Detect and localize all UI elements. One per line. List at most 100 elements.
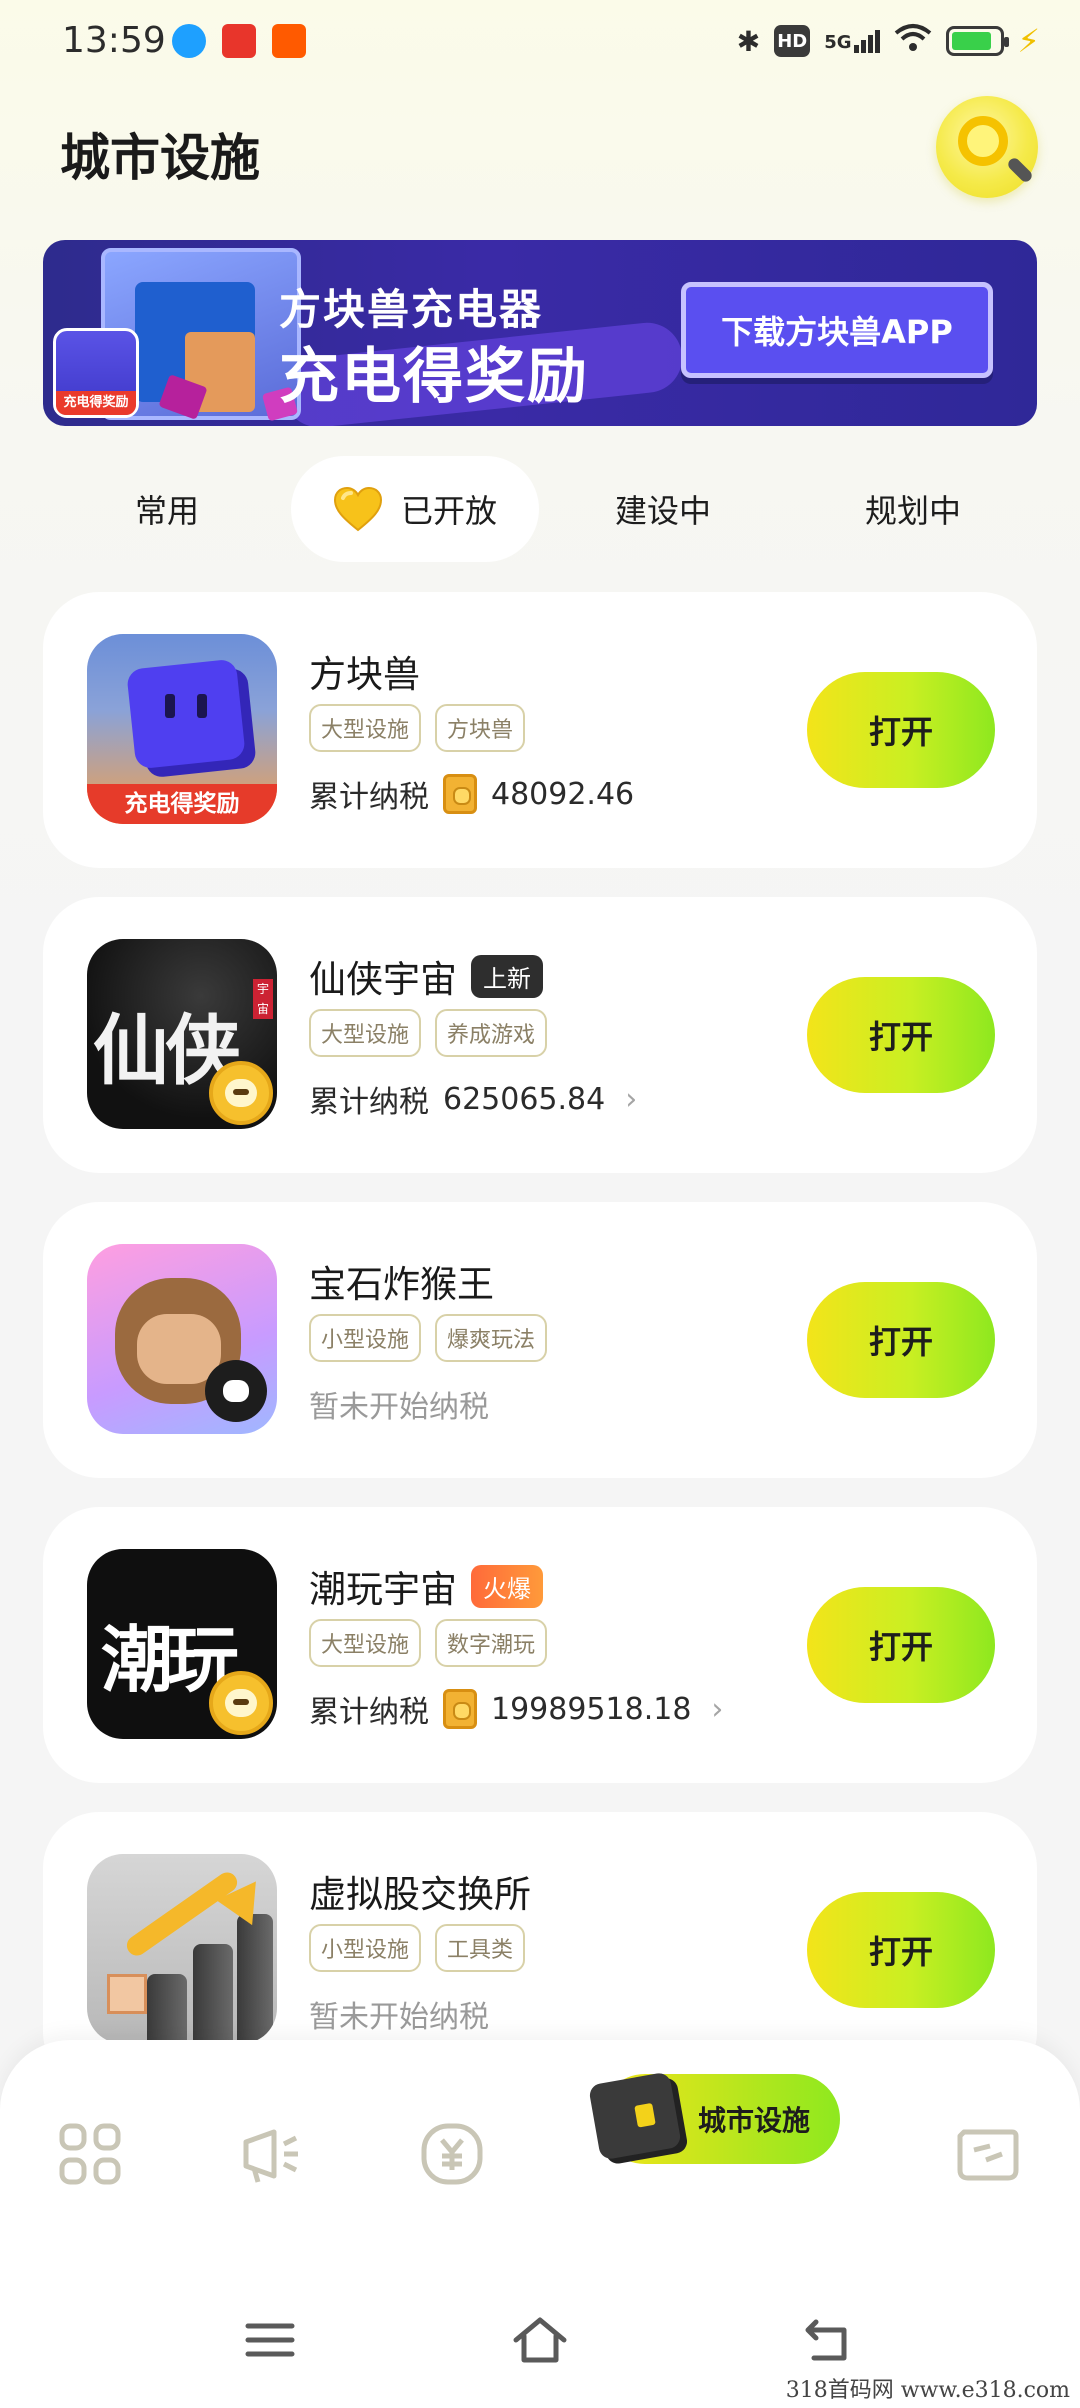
charging-icon: ⚡: [1017, 22, 1040, 60]
app-name-text: 方块兽: [309, 653, 420, 696]
fangkuaishou-app-icon: 充电得奖励: [87, 634, 277, 824]
tab-label: 规划中: [864, 492, 961, 530]
tax-label: 累计纳税: [309, 780, 429, 815]
app-card-fangkuaishou[interactable]: 充电得奖励 方块兽 大型设施 方块兽 累计纳税 48092.46 打开: [43, 592, 1037, 868]
search-button[interactable]: [936, 96, 1038, 198]
yuan-icon[interactable]: [420, 2122, 484, 2186]
home-icon[interactable]: [510, 2314, 570, 2366]
app-name-text: 仙侠宇宙: [309, 958, 457, 1001]
app-name-text: 虚拟股交换所: [309, 1873, 531, 1916]
chaowan-app-icon: 潮玩: [87, 1549, 277, 1739]
app-card-baoshi[interactable]: 宝石炸猴王 小型设施 爆爽玩法 暂未开始纳税 打开: [43, 1202, 1037, 1478]
nav-city-facilities[interactable]: 城市设施: [588, 2071, 840, 2164]
city-cube-icon: [588, 2071, 682, 2161]
back-icon[interactable]: [798, 2314, 858, 2366]
qq-icon: [172, 24, 206, 58]
tab-label: 建设中: [614, 492, 711, 530]
chat-icon[interactable]: [956, 2122, 1020, 2186]
app-tag: 工具类: [435, 1924, 526, 1972]
coin-icon: [443, 774, 477, 814]
xianxia-app-icon: 仙侠 宇宙: [87, 939, 277, 1129]
tab-building[interactable]: 建设中: [539, 456, 787, 562]
open-button[interactable]: 打开: [807, 672, 995, 788]
baoshi-app-icon: [87, 1244, 277, 1434]
signal-5g-icon: 5G: [824, 29, 880, 53]
app-name: 仙侠宇宙 上新: [309, 949, 543, 1003]
promo-banner[interactable]: 充电得奖励 方块兽充电器 充电得奖励 下载方块兽APP: [43, 240, 1037, 426]
download-app-button[interactable]: 下载方块兽APP: [681, 282, 993, 378]
tax-info: 累计纳税 48092.46: [309, 772, 634, 816]
app-tags: 大型设施 方块兽: [309, 704, 526, 752]
app-tags: 小型设施 爆爽玩法: [309, 1314, 548, 1362]
tab-planned[interactable]: 规划中: [789, 456, 1037, 562]
tax-label: 累计纳税: [309, 1085, 429, 1120]
tax-info: 暂未开始纳税: [309, 1382, 489, 1426]
magnifier-icon: [958, 116, 1008, 166]
app-name: 宝石炸猴王: [309, 1254, 494, 1308]
heart-icon: [333, 486, 383, 532]
wifi-icon: [894, 23, 932, 60]
tax-info: 暂未开始纳税: [309, 1992, 489, 2036]
bluetooth-icon: ✱: [736, 24, 761, 58]
icon-caption: 充电得奖励: [87, 784, 277, 824]
tax-info[interactable]: 累计纳税 625065.84 ›: [309, 1077, 637, 1121]
open-button[interactable]: 打开: [807, 1282, 995, 1398]
app-name: 潮玩宇宙 火爆: [309, 1559, 543, 1613]
new-badge: 上新: [471, 954, 543, 998]
banner-thumb-label: 充电得奖励: [56, 391, 136, 415]
tax-label: 暂未开始纳税: [309, 1390, 489, 1425]
app-tag: 大型设施: [309, 1009, 422, 1057]
tax-label: 暂未开始纳税: [309, 2000, 489, 2035]
icon-seal: 宇宙: [253, 979, 273, 1019]
app-tag: 小型设施: [309, 1314, 422, 1362]
hot-badge: 火爆: [471, 1564, 543, 1608]
tax-value: 48092.46: [491, 776, 635, 812]
bear-coin-icon: [209, 1061, 273, 1125]
status-time: 13:59: [62, 20, 166, 61]
nav-active-label: 城市设施: [697, 2104, 810, 2137]
chevron-right-icon: ›: [711, 1691, 724, 1727]
status-bar: 13:59 ✱ HD 5G ⚡: [0, 0, 1080, 86]
hd-icon: HD: [774, 25, 811, 57]
menu-icon[interactable]: [240, 2314, 300, 2366]
app-tags: 大型设施 养成游戏: [309, 1009, 548, 1057]
app-tag: 方块兽: [435, 704, 526, 752]
watermark: 318首码网 www.e318.com: [785, 2378, 1070, 2403]
open-button[interactable]: 打开: [807, 1892, 995, 2008]
app-tag: 大型设施: [309, 1619, 422, 1667]
toutiao-icon: [222, 24, 256, 58]
open-button[interactable]: 打开: [807, 1587, 995, 1703]
megaphone-icon[interactable]: [240, 2122, 304, 2186]
page-title: 城市设施: [60, 129, 260, 187]
system-navigation-bar: [0, 2300, 1080, 2380]
tab-label: 已开放: [400, 492, 497, 530]
app-name: 虚拟股交换所: [309, 1864, 531, 1918]
tab-label: 常用: [134, 492, 199, 530]
app-card-xianxia[interactable]: 仙侠 宇宙 仙侠宇宙 上新 大型设施 养成游戏 累计纳税 625065.84 ›…: [43, 897, 1037, 1173]
coin-icon: [443, 1689, 477, 1729]
chevron-right-icon: ›: [625, 1081, 638, 1117]
magnifier-handle: [1005, 155, 1035, 185]
network-label: 5G: [824, 31, 852, 53]
taobao-icon: [272, 24, 306, 58]
tax-info[interactable]: 累计纳税 19989518.18 ›: [309, 1687, 723, 1731]
app-tag: 爆爽玩法: [435, 1314, 548, 1362]
banner-line2: 充电得奖励: [279, 342, 589, 412]
tax-value: 19989518.18: [491, 1691, 692, 1727]
grid-icon[interactable]: [58, 2122, 122, 2186]
tax-value: 625065.84: [443, 1081, 606, 1117]
app-tag: 养成游戏: [435, 1009, 548, 1057]
system-status-icons: ✱ HD 5G ⚡: [737, 22, 1040, 60]
app-name: 方块兽: [309, 644, 420, 698]
banner-app-thumb: 充电得奖励: [53, 328, 139, 418]
app-tags: 小型设施 工具类: [309, 1924, 526, 1972]
app-tag: 数字潮玩: [435, 1619, 548, 1667]
app-tag: 小型设施: [309, 1924, 422, 1972]
tax-label: 累计纳税: [309, 1695, 429, 1730]
tab-opened[interactable]: 已开放: [291, 456, 539, 562]
xuniqu-app-icon: [87, 1854, 277, 2044]
app-card-chaowan[interactable]: 潮玩 潮玩宇宙 火爆 大型设施 数字潮玩 累计纳税 19989518.18 › …: [43, 1507, 1037, 1783]
notification-icons: [172, 24, 306, 58]
tab-common[interactable]: 常用: [43, 456, 291, 562]
open-button[interactable]: 打开: [807, 977, 995, 1093]
